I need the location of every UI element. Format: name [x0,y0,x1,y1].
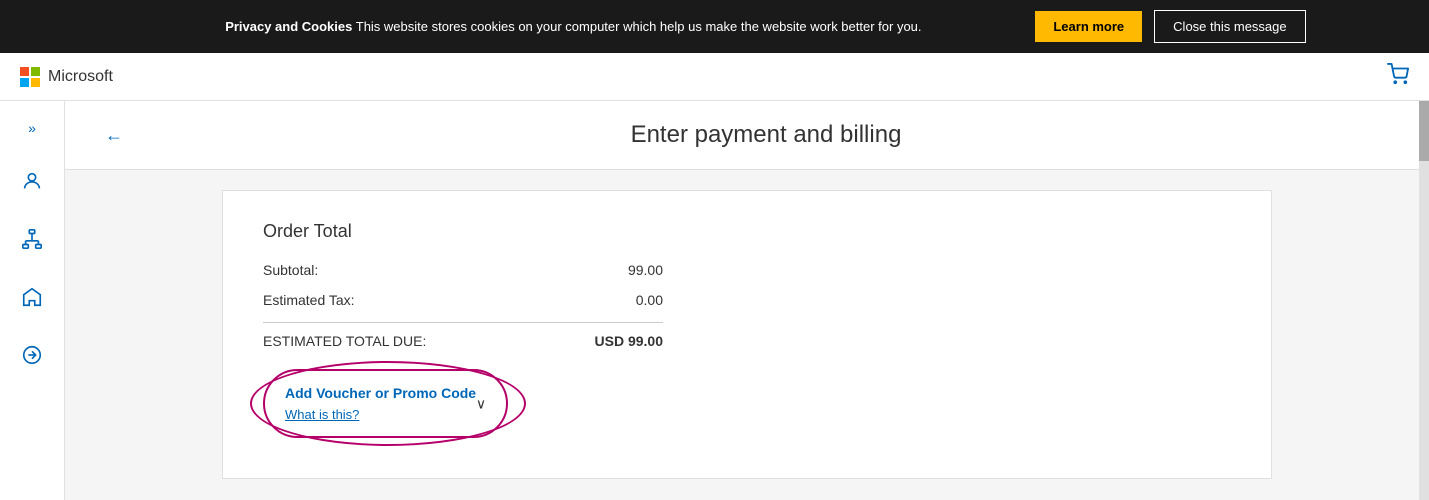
cart-icon[interactable] [1387,63,1409,91]
total-label: ESTIMATED TOTAL DUE: [263,333,426,349]
cookie-banner: Privacy and Cookies This website stores … [0,0,1429,53]
brand-name: Microsoft [48,68,113,86]
promo-chevron-icon: ∨ [476,395,486,412]
ms-logo-green [31,67,40,76]
ms-logo-grid [20,67,40,87]
ms-logo-yellow [31,78,40,87]
scrollbar-thumb[interactable] [1419,101,1429,161]
main-layout: » [0,101,1429,500]
close-message-button[interactable]: Close this message [1154,10,1305,43]
sidebar-icon-arrow-right[interactable] [21,344,43,372]
tax-row: Estimated Tax: 0.00 [263,292,663,308]
total-value: USD 99.00 [595,333,663,349]
sidebar-expand-button[interactable]: » [24,116,40,140]
cookie-bold-text: Privacy and Cookies [225,19,352,34]
subtotal-value: 99.00 [628,262,663,278]
sidebar: » [0,101,65,500]
ms-logo-red [20,67,29,76]
sidebar-icon-home[interactable] [21,286,43,314]
cookie-banner-text: Privacy and Cookies This website stores … [123,19,1023,34]
total-row: ESTIMATED TOTAL DUE: USD 99.00 [263,322,663,349]
promo-inner: Add Voucher or Promo Code What is this? … [263,369,508,438]
tax-label: Estimated Tax: [263,292,355,308]
back-button[interactable]: ← [105,125,123,146]
page-title: Enter payment and billing [143,121,1389,149]
ms-logo-blue [20,78,29,87]
sidebar-icon-network[interactable] [21,228,43,256]
order-card: Order Total Subtotal: 99.00 Estimated Ta… [222,190,1272,479]
promo-section: Add Voucher or Promo Code What is this? … [263,369,643,438]
add-voucher-link[interactable]: Add Voucher or Promo Code [285,385,476,401]
sidebar-icon-person[interactable] [21,170,43,198]
what-is-this-link[interactable]: What is this? [285,407,476,422]
subtotal-label: Subtotal: [263,262,318,278]
order-total-heading: Order Total [263,221,1231,242]
content-area: ← Enter payment and billing Order Total … [65,101,1429,500]
cookie-message: This website stores cookies on your comp… [356,19,922,34]
microsoft-logo[interactable]: Microsoft [20,67,113,87]
learn-more-button[interactable]: Learn more [1035,11,1142,42]
tax-value: 0.00 [636,292,663,308]
page-header: ← Enter payment and billing [65,101,1429,170]
top-nav: Microsoft [0,53,1429,101]
scrollbar[interactable] [1419,101,1429,500]
subtotal-row: Subtotal: 99.00 [263,262,663,278]
